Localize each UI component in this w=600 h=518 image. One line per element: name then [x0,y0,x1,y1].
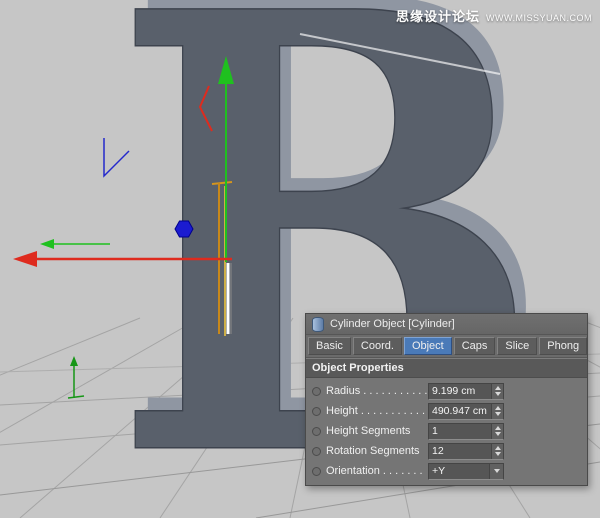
rotation-segments-input[interactable]: 12 [428,443,504,460]
field-row-rotation-segments: Rotation Segments 12 [306,441,587,461]
application-window: B B [0,0,600,518]
height-segments-stepper[interactable] [491,424,503,439]
field-label: Radius . . . . . . . . . . . . [326,385,428,397]
field-label: Height Segments [326,425,428,437]
keyframe-dot[interactable] [312,407,321,416]
stepper-down-icon[interactable] [495,452,501,456]
tab-basic[interactable]: Basic [308,337,351,355]
field-label: Orientation . . . . . . . [326,465,428,477]
stepper-up-icon[interactable] [495,406,501,410]
tab-caps[interactable]: Caps [454,337,496,355]
watermark-site-url: WWW.MISSYUAN.COM [486,13,592,23]
rotation-segments-value[interactable]: 12 [429,444,491,459]
stepper-down-icon[interactable] [495,392,501,396]
panel-title: Cylinder Object [Cylinder] [330,318,455,330]
orientation-value: +Y [429,464,489,479]
section-header[interactable]: Object Properties [306,358,587,378]
radius-input[interactable]: 9.199 cm [428,383,504,400]
panel-title-bar[interactable]: Cylinder Object [Cylinder] [306,314,587,335]
tab-phong[interactable]: Phong [539,337,587,355]
field-row-orientation: Orientation . . . . . . . +Y [306,461,587,481]
attributes-panel: Cylinder Object [Cylinder] Basic Coord. … [305,313,588,486]
stepper-up-icon[interactable] [495,426,501,430]
height-value[interactable]: 490.947 cm [429,404,491,419]
height-input[interactable]: 490.947 cm [428,403,504,420]
stepper-up-icon[interactable] [495,446,501,450]
field-row-radius: Radius . . . . . . . . . . . . 9.199 cm [306,381,587,401]
radius-stepper[interactable] [491,384,503,399]
rotation-segments-stepper[interactable] [491,444,503,459]
radius-value[interactable]: 9.199 cm [429,384,491,399]
height-segments-input[interactable]: 1 [428,423,504,440]
watermark: 思缘设计论坛 WWW.MISSYUAN.COM [396,6,592,25]
field-label: Height . . . . . . . . . . . [326,405,428,417]
stepper-down-icon[interactable] [495,432,501,436]
stepper-up-icon[interactable] [495,386,501,390]
tab-coord[interactable]: Coord. [353,337,402,355]
stepper-down-icon[interactable] [495,412,501,416]
height-stepper[interactable] [491,404,503,419]
keyframe-dot[interactable] [312,427,321,436]
height-segments-value[interactable]: 1 [429,424,491,439]
orientation-dropdown[interactable]: +Y [428,463,504,480]
properties-list: Radius . . . . . . . . . . . . 9.199 cm … [306,378,587,485]
dropdown-button[interactable] [489,464,503,479]
field-row-height-segments: Height Segments 1 [306,421,587,441]
blue-hexagon-handle[interactable] [175,221,193,237]
field-row-height: Height . . . . . . . . . . . 490.947 cm [306,401,587,421]
keyframe-dot[interactable] [312,387,321,396]
panel-tabs: Basic Coord. Object Caps Slice Phong [306,335,587,358]
tab-object[interactable]: Object [404,337,452,355]
tab-slice[interactable]: Slice [497,337,537,355]
keyframe-dot[interactable] [312,447,321,456]
watermark-site-name: 思缘设计论坛 [396,6,480,25]
cylinder-icon [312,317,324,332]
chevron-down-icon [494,469,500,473]
keyframe-dot[interactable] [312,467,321,476]
field-label: Rotation Segments [326,445,428,457]
